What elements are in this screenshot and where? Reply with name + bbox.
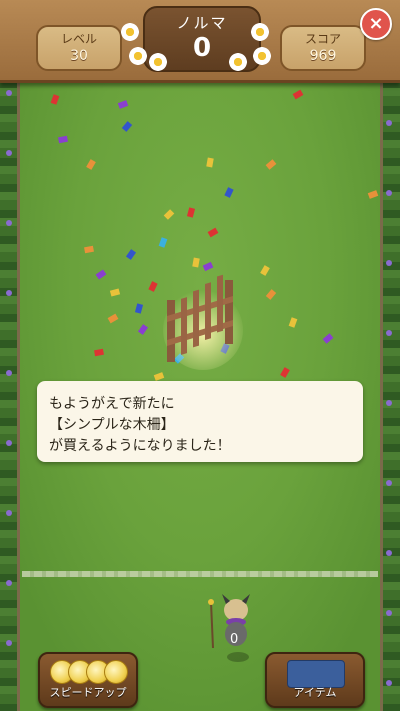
score-label: スコア <box>304 32 341 46</box>
close-icon: × <box>368 13 384 34</box>
daisy-icon <box>228 52 248 72</box>
unlock-message[interactable]: もようがえで新たに 【シンプルな木柵】 が買えるようになりました！ <box>37 381 363 462</box>
level-panel: レベル 30 <box>36 25 122 71</box>
lane-line <box>22 571 378 577</box>
close-button[interactable]: × <box>360 8 392 40</box>
message-line-1: もようがえで新たに <box>49 396 175 412</box>
daisy-icon <box>252 46 272 66</box>
daisy-icon <box>250 22 270 42</box>
level-value: 30 <box>70 48 88 64</box>
coin-icon <box>104 660 128 684</box>
daisy-icon <box>128 46 148 66</box>
left-flowers <box>0 80 20 711</box>
level-label: レベル <box>60 32 97 46</box>
speed-up-label: スピードアップ <box>49 686 127 699</box>
item-button[interactable]: アイテム <box>265 652 365 708</box>
message-line-2: 【シンプルな木柵】 <box>49 417 175 433</box>
score-panel: スコア 969 <box>280 25 366 71</box>
quota-label: ノルマ <box>176 14 228 32</box>
character-counter: 0 <box>230 632 239 647</box>
fence-icon <box>163 274 243 370</box>
daisy-icon <box>148 52 168 72</box>
top-bar: レベル 30 ノルマ 0 スコア 969 × <box>0 0 400 83</box>
speed-up-button[interactable]: スピードアップ <box>38 652 138 708</box>
message-line-3: が買えるようになりました！ <box>49 438 231 454</box>
item-label: アイテム <box>293 686 337 699</box>
daisy-icon <box>120 22 140 42</box>
right-flowers <box>380 80 400 711</box>
score-value: 969 <box>309 48 337 64</box>
